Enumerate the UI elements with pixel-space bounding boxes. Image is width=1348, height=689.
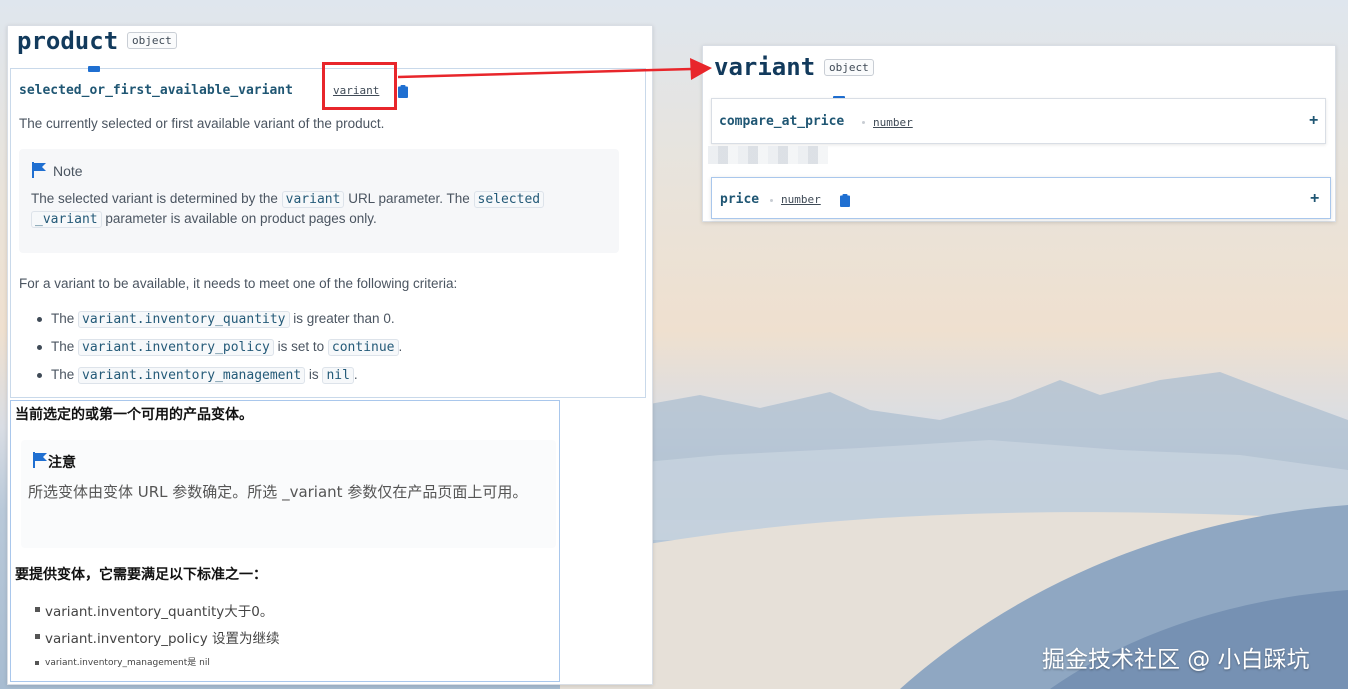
watermark: 掘金技术社区 @ 小白踩坑 [1042,647,1310,673]
separator-dot [770,199,773,202]
separator-dot [862,121,865,124]
translation-note-text: 所选变体由变体 URL 参数确定。所选 _variant 参数仅在产品页面上可用… [28,483,528,501]
note-line-1: The selected variant is determined by th… [31,191,545,208]
bookmark-icon [88,66,100,72]
criteria-intro: For a variant to be available, it needs … [19,276,458,291]
note-title: Note [53,163,83,179]
property-type-link[interactable]: number [873,116,913,129]
bullet [35,661,39,665]
criteria-item-3: The variant.inventory_management is nil. [51,367,358,384]
bullet [37,317,42,322]
clipboard-icon[interactable] [840,194,850,207]
product-title: product [17,27,119,55]
translation-item-2: variant.inventory_policy 设置为继续 [45,631,280,647]
translation-description: 当前选定的或第一个可用的产品变体。 [15,407,253,423]
property-name[interactable]: compare_at_price [719,114,844,129]
product-type-badge: object [127,32,177,49]
code-variant-suffix: _variant [31,211,102,228]
translation-note-title: 注意 [48,455,76,471]
bullet [35,607,40,612]
highlight-box [322,62,397,110]
code-selected: selected [473,191,545,208]
translation-item-3: variant.inventory_management是 nil [45,658,210,668]
expand-icon[interactable]: + [1310,190,1319,208]
property-description: The currently selected or first availabl… [19,116,385,131]
clipboard-icon[interactable] [398,85,408,98]
translation-criteria-intro: 要提供变体，它需要满足以下标准之一： [15,567,267,583]
code-variant: variant [281,191,345,208]
translation-item-1: variant.inventory_quantity大于0。 [45,604,274,620]
bullet [37,373,42,378]
bullet [35,634,40,639]
property-name[interactable]: price [720,192,759,207]
variant-title: variant [714,53,816,81]
blurred-content [708,146,828,164]
flag-icon [33,452,47,468]
criteria-item-2: The variant.inventory_policy is set to c… [51,339,403,356]
criteria-item-1: The variant.inventory_quantity is greate… [51,311,395,328]
bullet [37,345,42,350]
note-line-2: _variant parameter is available on produ… [31,211,377,228]
property-name[interactable]: selected_or_first_available_variant [19,83,293,98]
property-type-link[interactable]: number [781,193,821,206]
flag-icon [32,162,46,178]
expand-icon[interactable]: + [1309,112,1318,130]
variant-type-badge: object [824,59,874,76]
